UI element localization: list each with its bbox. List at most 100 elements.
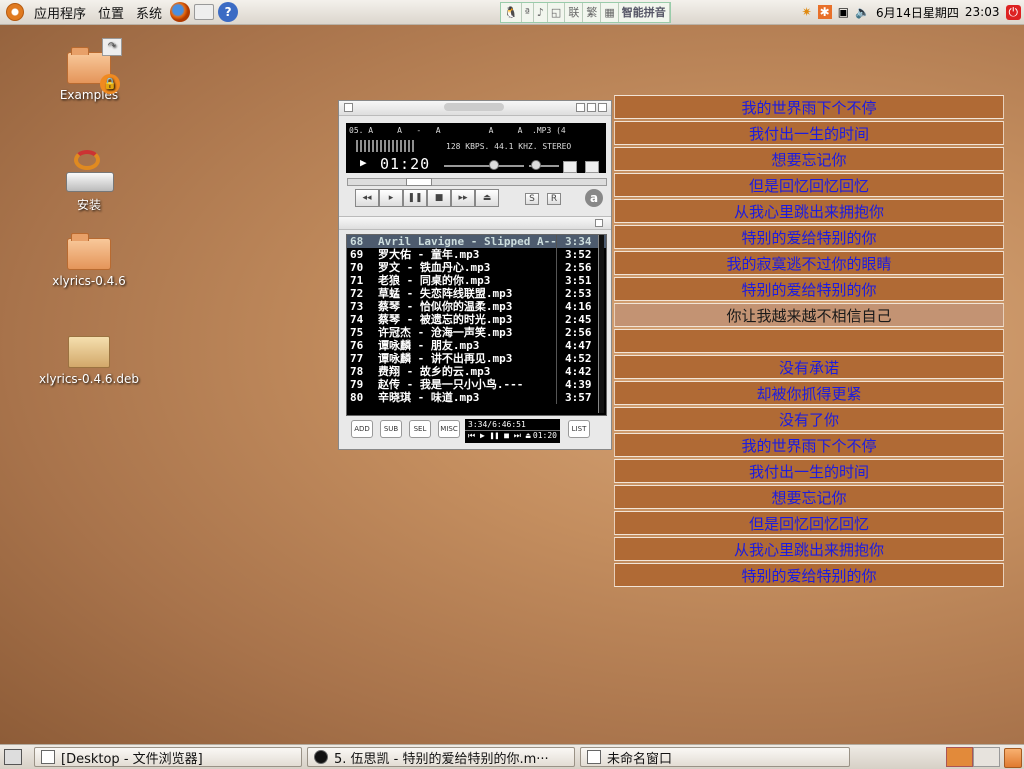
minimize-icon[interactable]: [576, 103, 585, 112]
balance-knob[interactable]: [531, 160, 541, 170]
firefox-icon[interactable]: [170, 2, 191, 22]
playlist-row[interactable]: 68 Avril Lavigne - Slipped A--- 3:34: [347, 235, 606, 248]
ime-traditional-icon[interactable]: 繁: [583, 3, 602, 22]
menu-icon[interactable]: [344, 103, 353, 112]
playlist-row[interactable]: 69 罗大佑 - 童年.mp3 3:52: [347, 248, 606, 261]
playlist-row[interactable]: 80 辛晓琪 - 味道.mp3 3:57: [347, 391, 606, 404]
playlist[interactable]: 68 Avril Lavigne - Slipped A--- 3:34 69 罗大佑 …: [346, 234, 607, 416]
volume-knob[interactable]: [489, 160, 499, 170]
power-icon[interactable]: ⏻: [1005, 4, 1021, 20]
track-title: 费翔 - 故乡的云.mp3: [378, 365, 491, 378]
prev-button[interactable]: ◂◂: [355, 189, 379, 207]
playlist-row[interactable]: 77 谭咏麟 - 讲不出再见.mp3 4:52: [347, 352, 606, 365]
lyric-line: 想要忘记你: [614, 485, 1004, 509]
playlist-row[interactable]: 76 谭咏麟 - 朋友.mp3 4:47: [347, 339, 606, 352]
pause-button[interactable]: ❚❚: [403, 189, 427, 207]
track-title: 草蜢 - 失恋阵线联盟.mp3: [378, 287, 513, 300]
desktop-icon-xlyrics-deb[interactable]: xlyrics-0.4.6.deb: [34, 336, 144, 386]
network-icon[interactable]: ▣: [838, 5, 849, 19]
playlist-row[interactable]: 71 老狼 - 同桌的你.mp3 3:51: [347, 274, 606, 287]
playlist-close-icon[interactable]: [595, 219, 603, 227]
trash-icon[interactable]: [1004, 748, 1022, 768]
penguin-icon[interactable]: 🐧: [501, 3, 522, 22]
ime-link-icon[interactable]: 联: [565, 3, 584, 22]
track-number: 78: [350, 365, 364, 378]
lyric-line: 我的世界雨下个不停: [614, 433, 1004, 457]
track-number: 76: [350, 339, 364, 352]
sel-button[interactable]: SEL: [409, 420, 431, 438]
playlist-row[interactable]: 70 罗文 - 铁血丹心.mp3 2:56: [347, 261, 606, 274]
track-title: 罗大佑 - 童年.mp3: [378, 248, 480, 261]
folder-icon: [67, 233, 111, 270]
menu-system[interactable]: 系统: [130, 3, 168, 22]
menu-applications[interactable]: 应用程序: [28, 3, 92, 22]
menu-places[interactable]: 位置: [92, 3, 130, 22]
about-logo-icon[interactable]: a: [585, 189, 603, 207]
desktop-icon-xlyrics-folder[interactable]: xlyrics-0.4.6: [34, 233, 144, 288]
playlist-row[interactable]: 75 许冠杰 - 沧海一声笑.mp3 2:56: [347, 326, 606, 339]
add-button[interactable]: ADD: [351, 420, 373, 438]
workspace-switcher[interactable]: [946, 747, 1000, 767]
track-number: 70: [350, 261, 364, 274]
top-panel: 应用程序 位置 系统 ? 🐧 ª ♪ ◱ 联 繁 ▦ 智能拼音 ✷ ✱ ▣ 🔈 …: [0, 0, 1024, 25]
mail-icon[interactable]: [194, 4, 215, 20]
lyric-line: [614, 329, 1004, 353]
shade-icon[interactable]: [587, 103, 596, 112]
notification-icon[interactable]: ✱: [817, 5, 832, 19]
play-button[interactable]: ▸: [379, 189, 403, 207]
lyric-line: 你让我越来越不相信自己: [614, 303, 1004, 327]
playlist-row[interactable]: 74 蔡琴 - 被遗忘的时光.mp3 2:45: [347, 313, 606, 326]
help-icon[interactable]: ?: [218, 2, 239, 22]
volume-icon[interactable]: 🔈: [855, 5, 870, 19]
keyboard-icon[interactable]: ▦: [601, 3, 619, 22]
lyric-line: 但是回忆回忆回忆: [614, 173, 1004, 197]
eq-button[interactable]: [563, 161, 577, 173]
track-number: 69: [350, 248, 364, 261]
taskbar-item-file-browser[interactable]: [Desktop - 文件浏览器]: [34, 747, 302, 767]
system-tray: ✷ ✱ ▣ 🔈 6月14日星期四 23:03 ⏻: [799, 0, 1024, 24]
desktop-icon-examples[interactable]: 🔒 ↷ Examples: [34, 38, 144, 102]
ime-mode-icon[interactable]: ª: [522, 3, 534, 22]
track-title: 赵传 - 我是一只小小鸟.---: [378, 378, 524, 391]
seek-knob[interactable]: [406, 178, 432, 186]
list-button[interactable]: LIST: [568, 420, 590, 438]
player-titlebar[interactable]: [339, 101, 611, 116]
close-icon[interactable]: [598, 103, 607, 112]
track-number: 80: [350, 391, 364, 404]
misc-button[interactable]: MISC: [438, 420, 460, 438]
playlist-row[interactable]: 73 蔡琴 - 恰似你的温柔.mp3 4:16: [347, 300, 606, 313]
stop-button[interactable]: ■: [427, 189, 451, 207]
track-title: 罗文 - 铁血丹心.mp3: [378, 261, 491, 274]
track-title: Avril Lavigne - Slipped A---: [378, 235, 556, 248]
shuffle-button[interactable]: S: [525, 193, 539, 205]
volume-slider[interactable]: [444, 165, 524, 167]
playlist-titlebar[interactable]: [339, 216, 611, 230]
punct-icon[interactable]: ♪: [534, 3, 548, 22]
playlist-row[interactable]: 72 草蜢 - 失恋阵线联盟.mp3 2:53: [347, 287, 606, 300]
clock-time[interactable]: 23:03: [965, 5, 1000, 19]
playlist-scrollbar[interactable]: [598, 235, 604, 413]
taskbar-item-untitled[interactable]: 未命名窗口: [580, 747, 850, 767]
sub-button[interactable]: SUB: [380, 420, 402, 438]
seek-bar[interactable]: [347, 178, 607, 186]
lyric-line: 却被你抓得更紧: [614, 381, 1004, 405]
desktop-icon-label: 安装: [76, 198, 101, 212]
update-star-icon[interactable]: ✷: [802, 5, 812, 19]
taskbar-label: 未命名窗口: [607, 751, 673, 767]
next-button[interactable]: ▸▸: [451, 189, 475, 207]
taskbar-item-player[interactable]: 5. 伍思凯 - 特别的爱给特别的你.m···: [307, 747, 575, 767]
clock-date[interactable]: 6月14日星期四: [876, 4, 959, 21]
track-title: 谭咏麟 - 朋友.mp3: [378, 339, 480, 352]
mini-transport-icons[interactable]: ⏮ ▶ ❚❚ ■ ⏭ ⏏: [468, 431, 531, 441]
playlist-row[interactable]: 78 费翔 - 故乡的云.mp3 4:42: [347, 365, 606, 378]
playlist-toggle-button[interactable]: [585, 161, 599, 173]
eject-button[interactable]: ⏏: [475, 189, 499, 207]
playlist-row[interactable]: 79 赵传 - 我是一只小小鸟.--- 4:39: [347, 378, 606, 391]
show-desktop-icon[interactable]: [4, 749, 22, 765]
ime-name[interactable]: 智能拼音: [619, 3, 670, 22]
ubuntu-logo-icon[interactable]: [6, 3, 24, 21]
ime-full-icon[interactable]: ◱: [548, 3, 566, 22]
repeat-button[interactable]: R: [547, 193, 561, 205]
total-time: 3:34/6:46:51: [465, 419, 560, 431]
desktop-icon-install[interactable]: 安装: [34, 150, 144, 213]
